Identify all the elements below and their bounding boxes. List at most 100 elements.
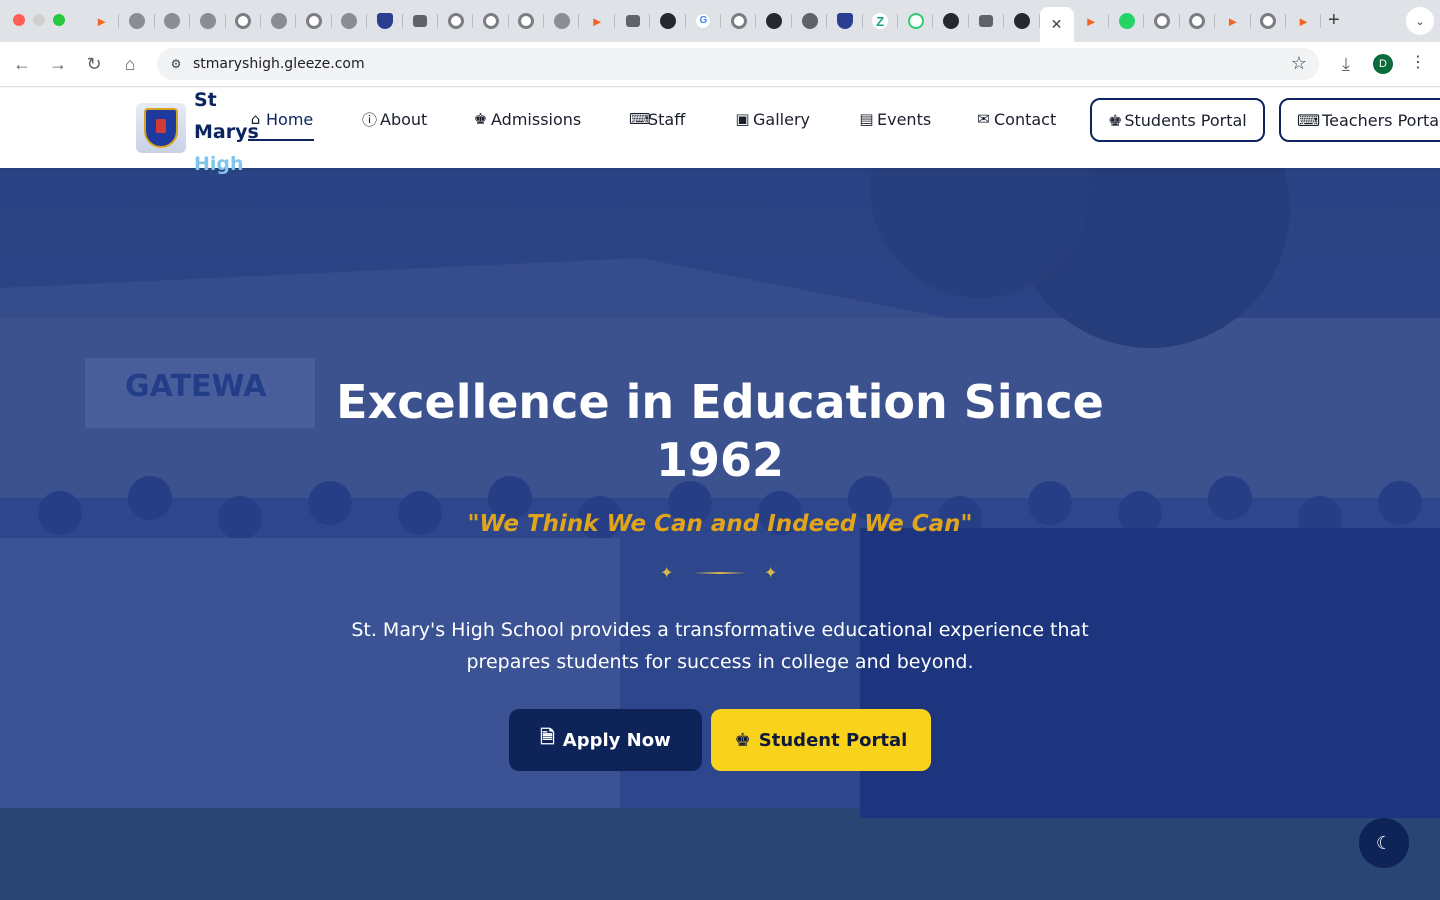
orange-logo-icon: ► bbox=[95, 13, 109, 29]
brand-name[interactable]: St Marys High bbox=[194, 84, 259, 180]
nav-label: Staff bbox=[648, 109, 686, 129]
ring-icon bbox=[235, 13, 252, 29]
whatsapp-icon bbox=[1118, 13, 1135, 29]
back-icon[interactable]: ← bbox=[10, 52, 34, 76]
school-logo[interactable] bbox=[136, 103, 186, 153]
download-icon[interactable]: ⤓ bbox=[1334, 52, 1358, 76]
maximize-window-button[interactable] bbox=[53, 14, 65, 26]
nav-gallery[interactable]: ▣ Gallery bbox=[734, 107, 810, 131]
zed-icon: Z bbox=[872, 13, 889, 29]
students-portal-label: Students Portal bbox=[1124, 110, 1247, 130]
address-bar[interactable]: ⚙ stmaryshigh.gleeze.com ☆ bbox=[157, 48, 1319, 80]
browser-tab[interactable] bbox=[509, 7, 545, 35]
close-tab-icon[interactable]: ✕ bbox=[1051, 16, 1063, 33]
github-icon bbox=[553, 13, 570, 29]
browser-tab[interactable] bbox=[296, 7, 333, 35]
folder-icon bbox=[979, 15, 994, 27]
students-portal-button[interactable]: ♚ Students Portal bbox=[1090, 98, 1265, 142]
moon-icon: ☾ bbox=[1375, 832, 1393, 853]
close-window-button[interactable] bbox=[13, 14, 25, 26]
graduate-icon: ♚ bbox=[473, 110, 488, 128]
browser-toolbar: ← → ↻ ⌂ ⚙ stmaryshigh.gleeze.com ☆ ⤓ D ⋮ bbox=[0, 42, 1440, 87]
browser-tab[interactable] bbox=[226, 7, 262, 35]
browser-tab[interactable] bbox=[792, 7, 828, 35]
browser-tab[interactable] bbox=[261, 7, 297, 35]
nav-label: About bbox=[380, 109, 428, 129]
browser-tab[interactable] bbox=[544, 7, 580, 35]
tab-list: ► ► G Z ✕ ► ► ► bbox=[84, 7, 1322, 42]
nav-label: Admissions bbox=[491, 109, 582, 129]
browser-tab[interactable]: Z bbox=[863, 7, 899, 35]
home-icon[interactable]: ⌂ bbox=[118, 52, 142, 76]
browser-tab[interactable]: ► bbox=[1074, 7, 1110, 35]
nav-home[interactable]: ⌂ Home bbox=[247, 107, 314, 131]
browser-tab[interactable] bbox=[827, 7, 863, 35]
ring-icon bbox=[1189, 13, 1206, 29]
student-portal-label: Student Portal bbox=[758, 729, 908, 751]
globe-icon bbox=[943, 13, 960, 29]
sparkle-icon: ✦ bbox=[764, 565, 778, 582]
browser-tab[interactable] bbox=[1144, 7, 1181, 35]
teachers-portal-button[interactable]: ⌨ Teachers Portal bbox=[1279, 98, 1440, 142]
browser-tab[interactable]: ► bbox=[579, 7, 616, 35]
info-icon: ⓘ bbox=[361, 110, 377, 129]
url-text[interactable]: stmaryshigh.gleeze.com bbox=[193, 56, 365, 72]
bookmark-star-icon[interactable]: ☆ bbox=[1291, 53, 1307, 74]
browser-tab[interactable] bbox=[756, 7, 793, 35]
browser-tab[interactable]: ► bbox=[84, 7, 120, 35]
browser-tab[interactable] bbox=[898, 7, 934, 35]
browser-tab[interactable] bbox=[1251, 7, 1287, 35]
browser-tab[interactable] bbox=[155, 7, 191, 35]
browser-tab[interactable]: ► bbox=[1286, 7, 1322, 35]
browser-tab[interactable] bbox=[1109, 7, 1145, 35]
browser-tab[interactable] bbox=[119, 7, 156, 35]
browser-tab[interactable]: G bbox=[686, 7, 722, 35]
orange-logo-icon: ► bbox=[1226, 13, 1240, 29]
browser-tab[interactable] bbox=[933, 7, 970, 35]
browser-tab[interactable] bbox=[438, 7, 474, 35]
nav-admissions[interactable]: ♚ Admissions bbox=[472, 107, 581, 131]
nav-contact[interactable]: ✉ Contact bbox=[975, 107, 1056, 131]
nav-about[interactable]: ⓘ About bbox=[361, 107, 427, 131]
tab-search-button[interactable]: ⌄ bbox=[1406, 7, 1434, 35]
browser-tab[interactable] bbox=[403, 7, 439, 35]
orange-logo-icon: ► bbox=[1084, 13, 1098, 29]
decorative-divider: ✦ ✦ bbox=[660, 565, 780, 582]
teachers-portal-label: Teachers Portal bbox=[1322, 110, 1440, 130]
nav-label: Contact bbox=[994, 109, 1057, 129]
student-portal-button[interactable]: ♚ Student Portal bbox=[711, 709, 931, 771]
nav-staff[interactable]: ⌨ Staff bbox=[629, 107, 685, 131]
browser-tab[interactable] bbox=[721, 7, 757, 35]
browser-tab[interactable] bbox=[332, 7, 368, 35]
newspaper-icon: ▤ bbox=[859, 110, 874, 128]
nav-events[interactable]: ▤ Events bbox=[858, 107, 931, 131]
github-icon bbox=[341, 13, 358, 29]
new-tab-button[interactable]: + bbox=[1328, 10, 1340, 30]
browser-tab[interactable] bbox=[1180, 7, 1216, 35]
site-info-icon[interactable]: ⚙ bbox=[167, 55, 185, 73]
browser-tab-active[interactable]: ✕ bbox=[1039, 7, 1074, 42]
ring-icon bbox=[518, 13, 535, 29]
profile-avatar[interactable]: D bbox=[1373, 54, 1393, 74]
globe-icon bbox=[766, 13, 783, 29]
reload-icon[interactable]: ↻ bbox=[82, 52, 106, 76]
graduate-icon: ♚ bbox=[734, 729, 751, 751]
browser-tab[interactable] bbox=[473, 7, 510, 35]
browser-tab[interactable] bbox=[969, 7, 1005, 35]
forward-icon[interactable]: → bbox=[46, 52, 70, 76]
browser-tab[interactable] bbox=[1004, 7, 1040, 35]
browser-tab[interactable] bbox=[367, 7, 403, 35]
minimize-window-button[interactable] bbox=[33, 14, 45, 26]
browser-tab[interactable] bbox=[190, 7, 226, 35]
dark-mode-toggle[interactable]: ☾ bbox=[1359, 818, 1409, 868]
browser-menu-icon[interactable]: ⋮ bbox=[1410, 52, 1426, 72]
google-icon: G bbox=[695, 13, 712, 29]
browser-tab[interactable] bbox=[650, 7, 687, 35]
github-icon bbox=[1013, 13, 1030, 29]
hero-title: Excellence in Education Since 1962 bbox=[336, 375, 1104, 487]
browser-tab[interactable] bbox=[615, 7, 651, 35]
chrome-icon bbox=[801, 13, 818, 29]
browser-tab[interactable]: ► bbox=[1215, 7, 1251, 35]
apply-now-button[interactable]: 🗎 Apply Now bbox=[509, 709, 702, 771]
graduate-icon: ♚ bbox=[1108, 110, 1123, 130]
